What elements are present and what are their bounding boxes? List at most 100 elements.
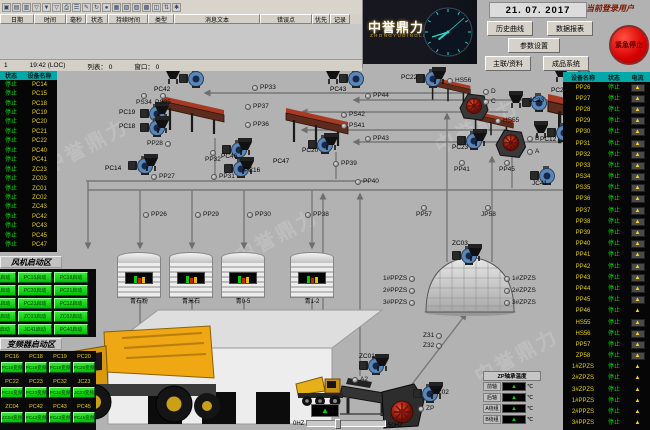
- toolbar-icon[interactable]: ◫: [152, 3, 161, 12]
- device-row[interactable]: 停止 ZC02: [0, 193, 57, 202]
- device-row[interactable]: PS34 停止 ▲: [563, 172, 650, 183]
- product-silo[interactable]: 青石粉: [117, 252, 161, 305]
- device-row[interactable]: PP26 停止 ▲: [563, 82, 650, 93]
- alarm-column-header[interactable]: 毫秒: [66, 14, 86, 24]
- hopper-icon[interactable]: [472, 129, 488, 152]
- start-button[interactable]: PC20启动: [18, 285, 52, 296]
- device-row[interactable]: PP32 停止 ▲: [563, 149, 650, 160]
- nav-button[interactable]: 参数设置: [508, 38, 560, 53]
- toolbar-icon[interactable]: ▽: [32, 3, 41, 12]
- toolbar-icon[interactable]: ▩: [142, 3, 151, 12]
- toolbar-icon[interactable]: ☰: [72, 3, 81, 12]
- alarm-column-header[interactable]: 时间: [34, 14, 66, 24]
- device-row[interactable]: PP31 停止 ▲: [563, 138, 650, 149]
- product-silo[interactable]: 青0-5: [221, 252, 265, 305]
- alarm-column-header[interactable]: 类型: [148, 14, 174, 24]
- hopper-icon[interactable]: [323, 133, 339, 156]
- vfd-start-button[interactable]: PC16变频: [1, 362, 23, 373]
- toolbar-icon[interactable]: ▥: [22, 3, 31, 12]
- nav-button[interactable]: 数据报表: [547, 21, 593, 36]
- device-row[interactable]: HS55 停止 ▲: [563, 317, 650, 328]
- start-button[interactable]: ZC03启动: [18, 311, 52, 322]
- device-row[interactable]: 停止 PC47: [0, 240, 57, 249]
- start-button[interactable]: PC21启动: [54, 285, 88, 296]
- device-row[interactable]: 1#ZPZS 停止 ▲: [563, 362, 650, 373]
- alarm-column-header[interactable]: 状态: [86, 14, 108, 24]
- hopper-icon[interactable]: [508, 91, 524, 114]
- start-button[interactable]: PC18启动: [54, 272, 88, 283]
- toolbar-icon[interactable]: ▤: [12, 3, 21, 12]
- emergency-stop-button[interactable]: 紧急停止: [609, 25, 649, 65]
- alarm-column-header[interactable]: 记录: [330, 14, 350, 24]
- hopper-icon[interactable]: [467, 244, 483, 267]
- start-button[interactable]: ZC01启动: [0, 311, 16, 322]
- device-row[interactable]: 停止 PC45: [0, 231, 57, 240]
- alarm-column-header[interactable]: 持续时间: [108, 14, 148, 24]
- device-row[interactable]: PP30 停止 ▲: [563, 127, 650, 138]
- toolbar-icon[interactable]: ▼: [42, 3, 51, 12]
- start-button[interactable]: JC23启动: [0, 324, 16, 335]
- device-row[interactable]: 2#PPZS 停止 ▲: [563, 406, 650, 417]
- vfd-start-button[interactable]: PC43变频: [49, 412, 71, 423]
- device-row[interactable]: PP36 停止 ▲: [563, 194, 650, 205]
- nav-button[interactable]: 主联/资料: [485, 56, 531, 71]
- device-row[interactable]: 停止 ZC03: [0, 174, 57, 183]
- toolbar-icon[interactable]: ✱: [172, 3, 181, 12]
- vfd-start-button[interactable]: PC20变频: [73, 362, 95, 373]
- device-row[interactable]: PP39 停止 ▲: [563, 227, 650, 238]
- hopper-icon[interactable]: [154, 116, 170, 139]
- device-row[interactable]: 停止 PC40: [0, 146, 57, 155]
- blower-fan-icon[interactable]: [179, 69, 205, 93]
- alarm-column-header[interactable]: 错误点: [260, 14, 312, 24]
- device-row[interactable]: 停止 ZC01: [0, 184, 57, 193]
- device-row[interactable]: 停止 PC15: [0, 89, 57, 98]
- toolbar-icon[interactable]: ●: [102, 3, 111, 12]
- vfd-start-button[interactable]: JC23变频: [73, 387, 95, 398]
- product-silo[interactable]: 青米石: [169, 252, 213, 305]
- device-row[interactable]: 停止 PC41: [0, 156, 57, 165]
- device-row[interactable]: PP37 停止 ▲: [563, 205, 650, 216]
- start-button[interactable]: JC41启动: [18, 324, 52, 335]
- start-button[interactable]: PC22启动: [0, 298, 16, 309]
- toolbar-icon[interactable]: ⇅: [162, 3, 171, 12]
- device-row[interactable]: HS56 停止 ▲: [563, 328, 650, 339]
- vfd-start-button[interactable]: PC19变频: [49, 362, 71, 373]
- alarm-column-header[interactable]: 优先: [312, 14, 330, 24]
- toolbar-icon[interactable]: ▧: [122, 3, 131, 12]
- start-button[interactable]: PC15启动: [18, 272, 52, 283]
- device-row[interactable]: PP41 停止 ▲: [563, 250, 650, 261]
- device-row[interactable]: 停止 PC22: [0, 137, 57, 146]
- vfd-start-button[interactable]: PC22变频: [1, 387, 23, 398]
- nav-button[interactable]: 成品系统: [543, 56, 589, 71]
- hopper-icon[interactable]: [431, 67, 447, 90]
- device-row[interactable]: PP44 停止 ▲: [563, 283, 650, 294]
- device-row[interactable]: PP45 停止 ▲: [563, 295, 650, 306]
- device-row[interactable]: 2#ZPZS 停止 ▲: [563, 373, 650, 384]
- device-row[interactable]: PP40 停止 ▲: [563, 239, 650, 250]
- slider-handle[interactable]: [335, 419, 341, 429]
- hopper-icon[interactable]: [374, 354, 390, 377]
- vfd-start-button[interactable]: PC42变频: [25, 412, 47, 423]
- device-row[interactable]: 停止 PC14: [0, 80, 57, 89]
- device-row[interactable]: 停止 ZC43: [0, 203, 57, 212]
- start-button[interactable]: PC23启动: [18, 298, 52, 309]
- toolbar-icon[interactable]: ⎙: [62, 3, 71, 12]
- device-row[interactable]: PP29 停止 ▲: [563, 116, 650, 127]
- device-row[interactable]: PP42 停止 ▲: [563, 261, 650, 272]
- device-row[interactable]: PP27 停止 ▲: [563, 93, 650, 104]
- alarm-column-header[interactable]: 消息文本: [174, 14, 260, 24]
- toolbar-icon[interactable]: ▣: [2, 3, 11, 12]
- start-button[interactable]: PC19启动: [0, 285, 16, 296]
- alarm-list-body[interactable]: [0, 24, 362, 60]
- start-button[interactable]: PC12启动: [54, 298, 88, 309]
- device-row[interactable]: 停止 PC20: [0, 118, 57, 127]
- device-row[interactable]: 停止 PC18: [0, 99, 57, 108]
- device-row[interactable]: 停止 PC42: [0, 212, 57, 221]
- device-row[interactable]: 停止 PC21: [0, 127, 57, 136]
- device-row[interactable]: PS35 停止 ▲: [563, 183, 650, 194]
- frequency-slider[interactable]: [306, 420, 386, 427]
- device-row[interactable]: PP33 停止 ▲: [563, 160, 650, 171]
- start-button[interactable]: PC14启动: [0, 272, 16, 283]
- toolbar-icon[interactable]: ▽: [52, 3, 61, 12]
- device-row[interactable]: 1#PPZS 停止 ▲: [563, 395, 650, 406]
